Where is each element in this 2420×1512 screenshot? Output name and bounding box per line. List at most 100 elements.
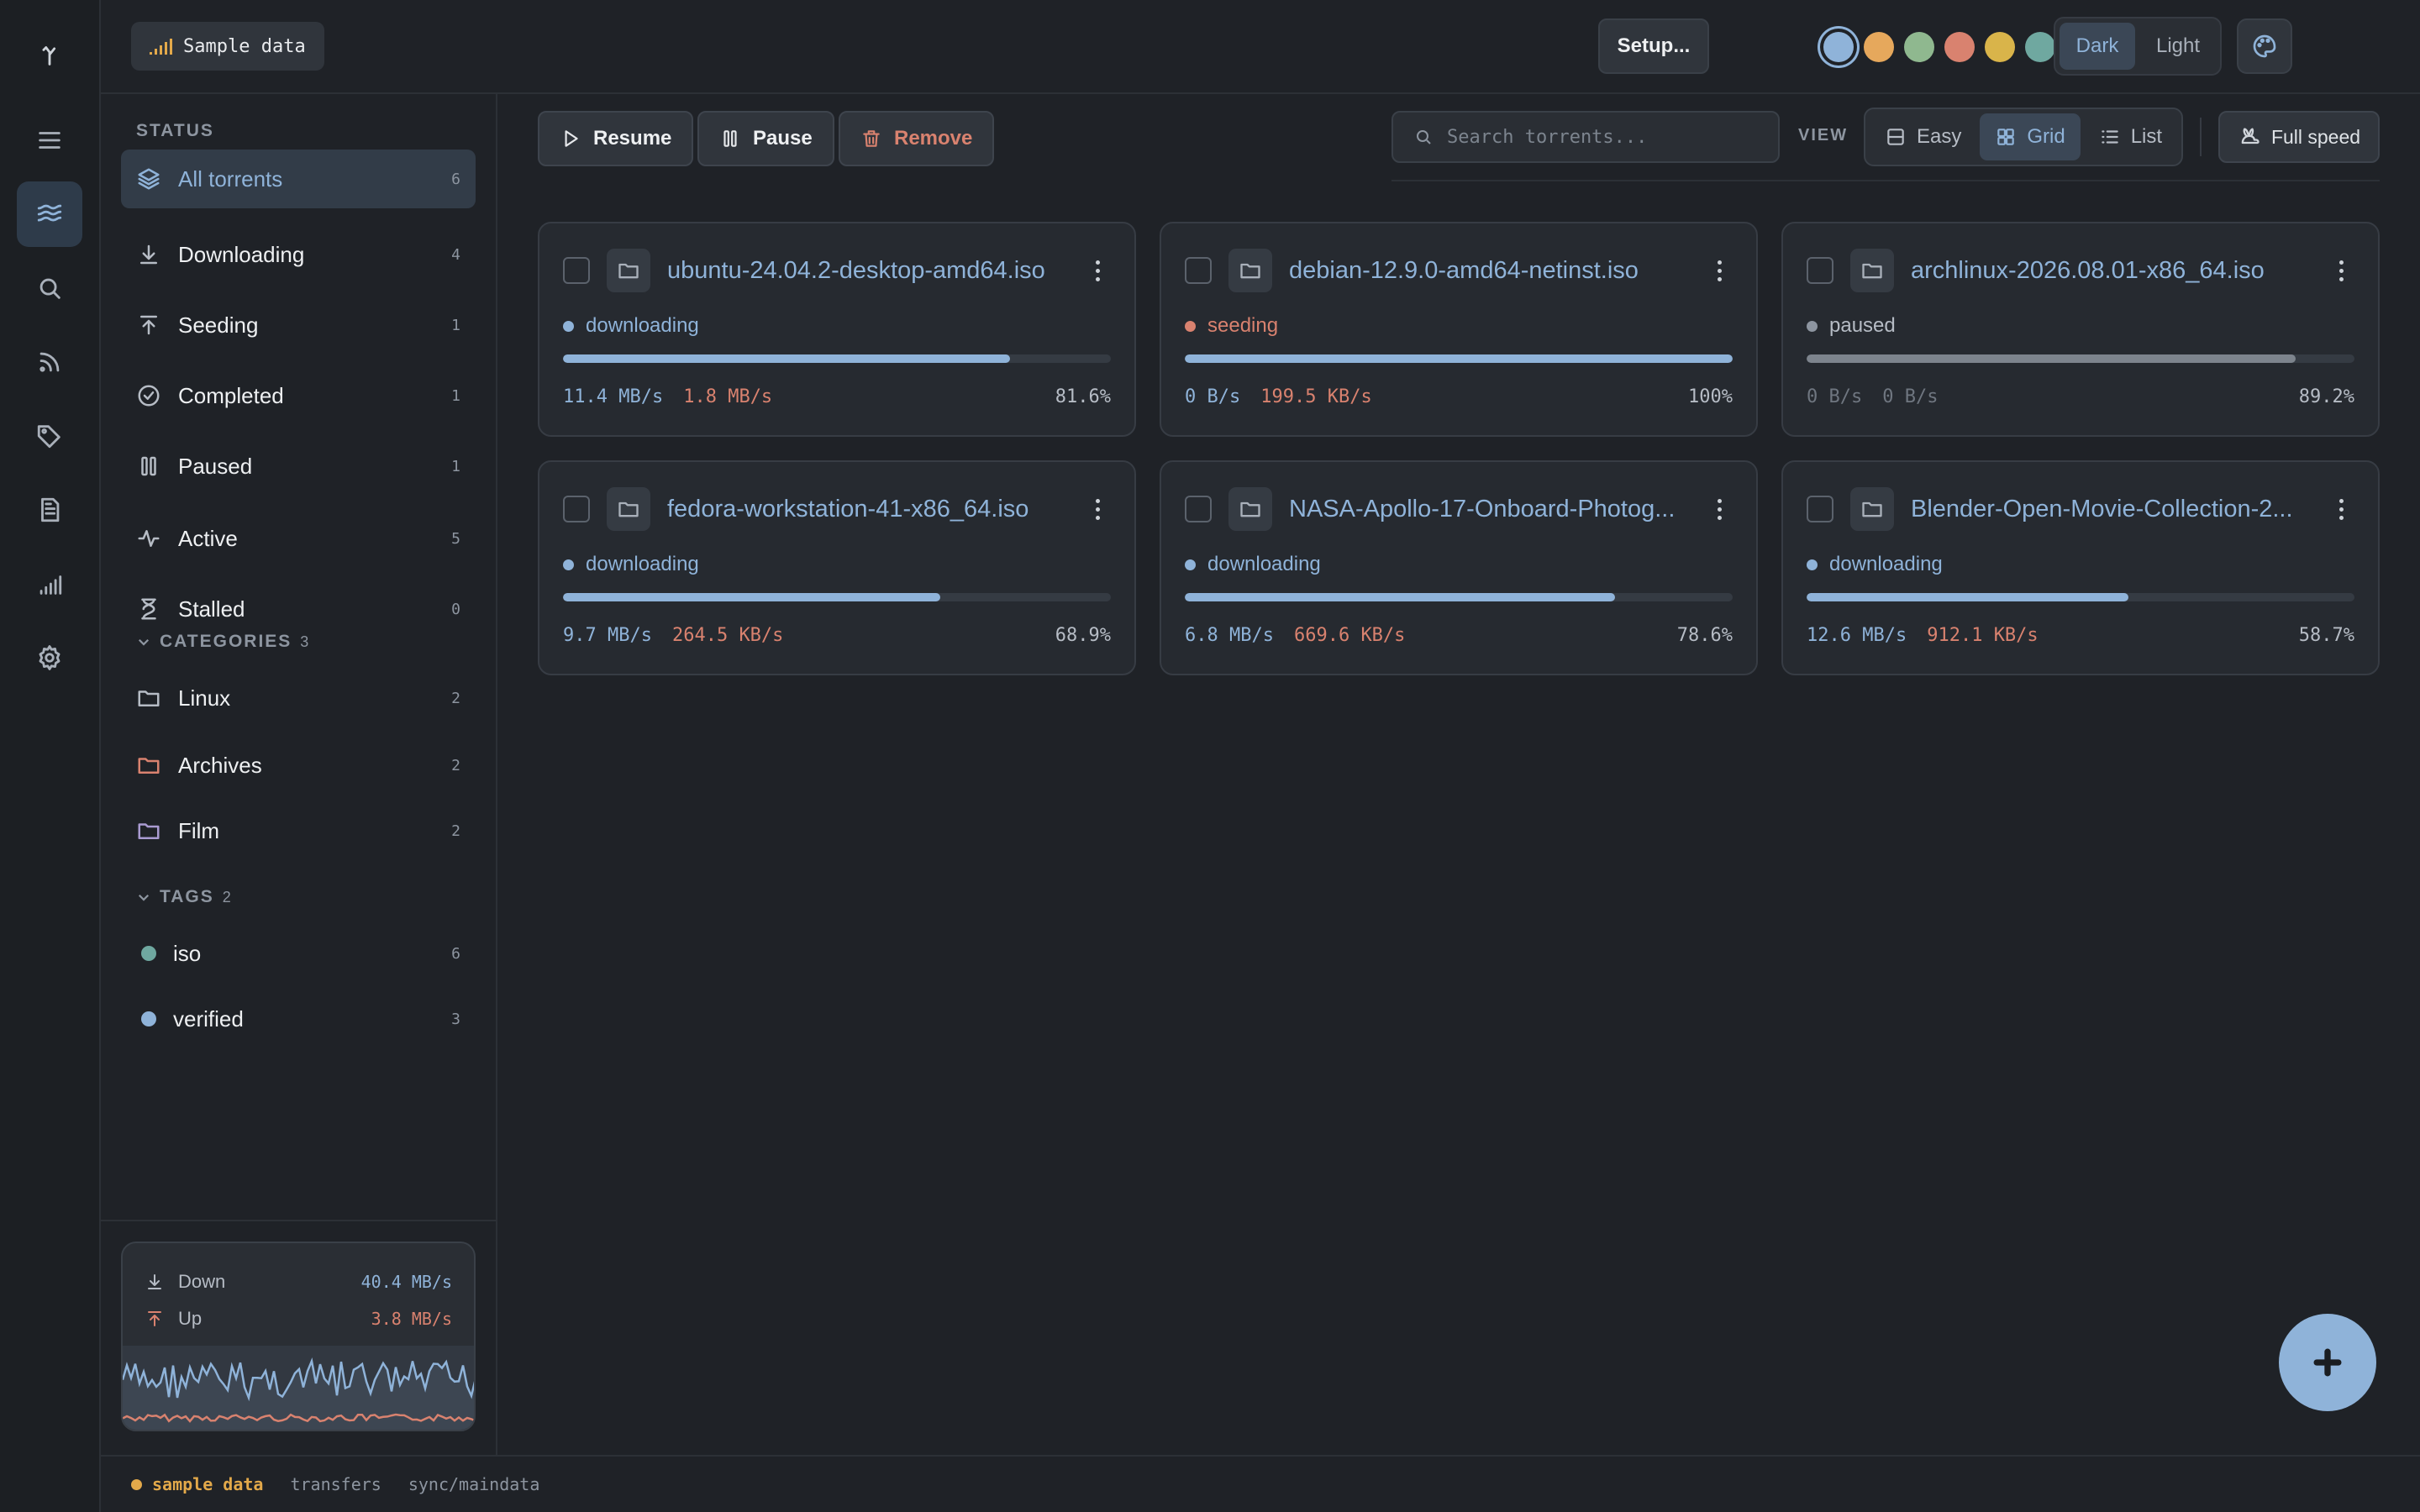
status-dot	[1185, 559, 1196, 570]
torrent-card[interactable]: ubuntu-24.04.2-desktop-amd64.iso download…	[538, 222, 1136, 437]
view-easy-option[interactable]: Easy	[1870, 113, 1976, 160]
sample-data-indicator: sample data	[131, 1474, 263, 1494]
category-linux[interactable]: Linux 2	[121, 669, 476, 727]
torrent-checkbox[interactable]	[1807, 496, 1833, 522]
status-filter-paused[interactable]: Paused 1	[121, 437, 476, 496]
tag-label: iso	[173, 940, 202, 966]
sample-data-pill[interactable]: Sample data	[131, 22, 324, 71]
status-filter-count: 1	[451, 386, 460, 405]
status-filter-all-torrents[interactable]: All torrents 6	[121, 150, 476, 208]
download-icon	[148, 1274, 161, 1289]
folder-icon	[607, 487, 650, 531]
torrent-checkbox[interactable]	[1185, 257, 1212, 284]
torrent-speeds: 0 B/s 0 B/s	[1807, 386, 1938, 407]
more-options-icon[interactable]	[1711, 492, 1728, 526]
progress-fill	[563, 354, 1011, 363]
theme-swatch[interactable]	[1985, 32, 2015, 62]
progress-bar	[1185, 593, 1733, 601]
menu-icon[interactable]	[17, 108, 82, 173]
more-options-icon[interactable]	[1089, 254, 1106, 287]
theme-mode-toggle: Dark Light	[2054, 17, 2222, 76]
theme-swatch[interactable]	[1823, 32, 1854, 62]
torrent-name[interactable]: archlinux-2026.08.01-x86_64.iso	[1911, 254, 2306, 287]
more-options-icon[interactable]	[2333, 254, 2349, 287]
torrent-checkbox[interactable]	[1807, 257, 1833, 284]
torrent-speeds: 0 B/s 199.5 KB/s	[1185, 386, 1372, 407]
theme-swatch[interactable]	[2025, 32, 2055, 62]
torrent-card[interactable]: NASA-Apollo-17-Onboard-Photog... download…	[1160, 460, 1758, 675]
list-icon	[2101, 130, 2118, 144]
torrent-name[interactable]: NASA-Apollo-17-Onboard-Photog...	[1289, 492, 1684, 526]
torrent-checkbox[interactable]	[1185, 496, 1212, 522]
torrent-checkbox[interactable]	[563, 496, 590, 522]
status-bar: sample data transfers sync/maindata	[101, 1455, 2420, 1512]
torrent-checkbox[interactable]	[563, 257, 590, 284]
status-filter-label: Stalled	[178, 596, 245, 622]
status-filter-label: Completed	[178, 382, 284, 408]
view-label: VIEW	[1798, 126, 1849, 144]
theme-swatch[interactable]	[1944, 32, 1975, 62]
dark-mode-option[interactable]: Dark	[2060, 23, 2135, 70]
status-filter-active[interactable]: Active 5	[121, 509, 476, 568]
palette-button[interactable]	[2237, 18, 2292, 74]
torrent-card[interactable]: fedora-workstation-41-x86_64.iso download…	[538, 460, 1136, 675]
torrent-card[interactable]: debian-12.9.0-amd64-netinst.iso seeding 0 …	[1160, 222, 1758, 437]
more-options-icon[interactable]	[2333, 492, 2349, 526]
theme-swatch[interactable]	[1904, 32, 1934, 62]
tag-iso[interactable]: iso 6	[121, 924, 476, 983]
more-options-icon[interactable]	[1089, 492, 1106, 526]
torrent-name[interactable]: fedora-workstation-41-x86_64.iso	[667, 492, 1062, 526]
status-filter-downloading[interactable]: Downloading 4	[121, 225, 476, 284]
sidebar-divider	[101, 1220, 497, 1221]
torrent-name[interactable]: ubuntu-24.04.2-desktop-amd64.iso	[667, 254, 1062, 287]
full-speed-button[interactable]: Full speed	[2218, 111, 2380, 163]
category-archives[interactable]: Archives 2	[121, 736, 476, 795]
upload-rate: 0 B/s	[1882, 386, 1939, 407]
status-filter-completed[interactable]: Completed 1	[121, 366, 476, 425]
torrent-card[interactable]: archlinux-2026.08.01-x86_64.iso paused 0 B…	[1781, 222, 2380, 437]
sample-data-label: Sample data	[183, 35, 306, 57]
torrent-speeds: 9.7 MB/s 264.5 KB/s	[563, 625, 783, 646]
upload-rate: 1.8 MB/s	[683, 386, 773, 407]
torrent-name[interactable]: Blender-Open-Movie-Collection-2...	[1911, 492, 2306, 526]
progress-fill	[1185, 354, 1733, 363]
tags-section-title[interactable]: TAGS 2	[136, 887, 231, 907]
tag-verified[interactable]: verified 3	[121, 990, 476, 1048]
status-filter-seeding[interactable]: Seeding 1	[121, 296, 476, 354]
status-label: downloading	[586, 553, 699, 575]
tag-nav-icon[interactable]	[17, 403, 82, 469]
settings-icon[interactable]	[17, 625, 82, 690]
tag-count: 3	[451, 1010, 460, 1028]
icon-rail	[0, 0, 101, 1512]
status-label: seeding	[1207, 314, 1279, 337]
plus-icon	[2313, 1348, 2342, 1377]
pause-button[interactable]: Pause	[697, 111, 834, 166]
log-icon[interactable]	[17, 477, 82, 543]
transfers-nav-icon[interactable]	[17, 181, 82, 247]
add-torrent-button[interactable]	[2279, 1314, 2376, 1411]
toolbar-underline	[1392, 180, 2380, 181]
category-film[interactable]: Film 2	[121, 801, 476, 860]
torrent-status: downloading	[1185, 553, 1321, 576]
remove-button[interactable]: Remove	[839, 111, 995, 166]
status-filter-label: Paused	[178, 453, 253, 479]
theme-swatch[interactable]	[1864, 32, 1894, 62]
setup-button[interactable]: Setup...	[1598, 18, 1709, 74]
categories-section-title[interactable]: CATEGORIES 3	[136, 632, 308, 652]
rss-icon[interactable]	[17, 329, 82, 395]
app-logo-icon[interactable]	[17, 22, 82, 87]
view-grid-option[interactable]: Grid	[1980, 113, 2081, 160]
search-input[interactable]	[1447, 126, 1749, 148]
pause-icon	[136, 454, 161, 479]
torrent-name[interactable]: debian-12.9.0-amd64-netinst.iso	[1289, 254, 1684, 287]
resume-button[interactable]: Resume	[538, 111, 694, 166]
stats-icon[interactable]	[17, 551, 82, 617]
more-options-icon[interactable]	[1711, 254, 1728, 287]
search-nav-icon[interactable]	[17, 255, 82, 321]
torrent-card[interactable]: Blender-Open-Movie-Collection-2... downlo…	[1781, 460, 2380, 675]
upload-speed-row: Up 3.8 MB/s	[145, 1304, 452, 1334]
view-list-option[interactable]: List	[2084, 113, 2177, 160]
light-mode-option[interactable]: Light	[2140, 23, 2216, 70]
status-filter-stalled[interactable]: Stalled 0	[121, 580, 476, 638]
status-filter-label: All torrents	[178, 165, 283, 192]
